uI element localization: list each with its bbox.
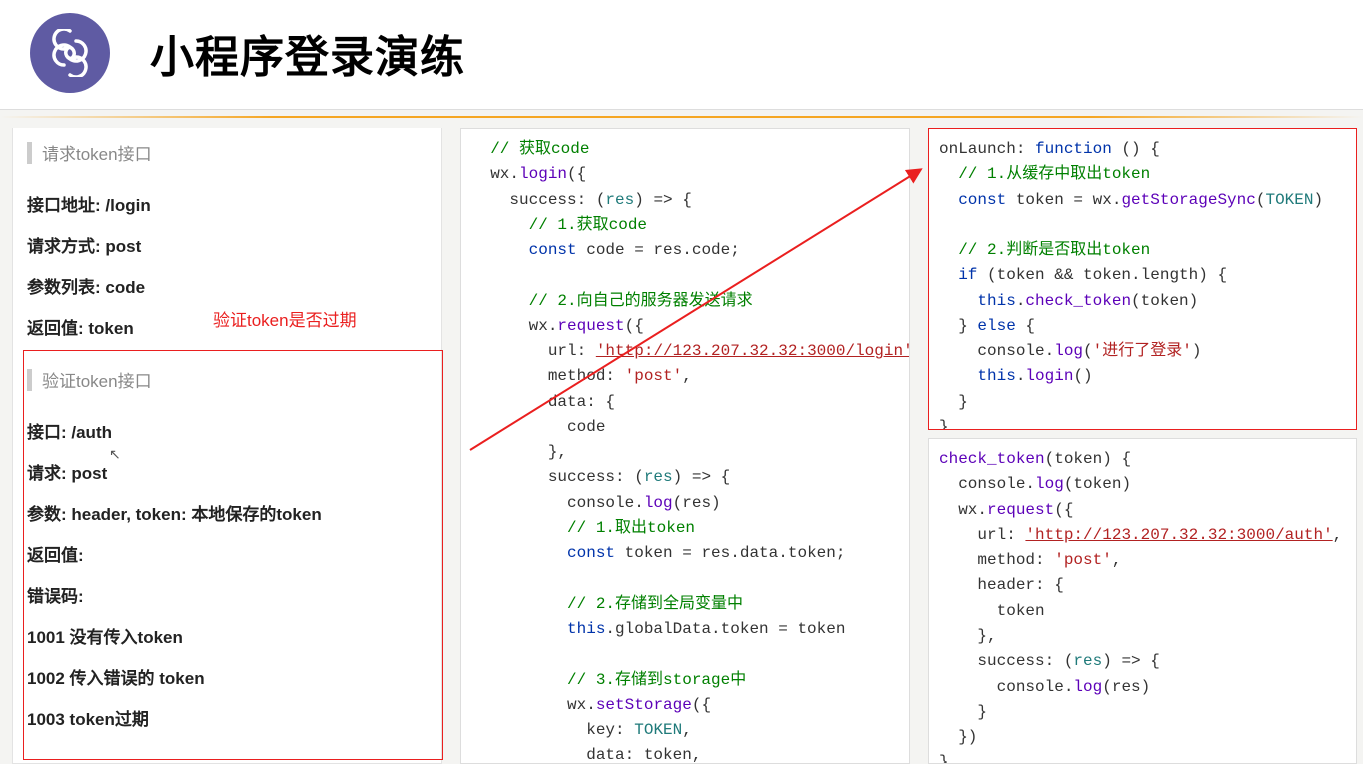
section2-header-text: 验证token接口 bbox=[42, 367, 152, 392]
code-line: success: ( bbox=[471, 468, 644, 486]
spec2-method: 请求: post bbox=[27, 459, 427, 484]
slide-title: 小程序登录演练 bbox=[150, 21, 465, 85]
section1-header: 请求token接口 bbox=[13, 128, 441, 175]
code-line: url: bbox=[471, 342, 596, 360]
spec2-return: 返回值: bbox=[27, 541, 427, 566]
code-line: } bbox=[939, 393, 968, 411]
code-line: }, bbox=[939, 627, 997, 645]
annotation-note: 验证token是否过期 bbox=[213, 306, 357, 331]
code-line bbox=[939, 367, 977, 385]
spec2-error: 错误码: bbox=[27, 582, 427, 607]
section2-header: 验证token接口 bbox=[13, 355, 441, 402]
code-line: wx. bbox=[471, 165, 519, 183]
code-block-middle: // 获取code wx.login({ success: (res) => {… bbox=[460, 128, 910, 764]
code-line: } bbox=[939, 703, 987, 721]
code-line: data: { bbox=[471, 393, 615, 411]
code-line: // 获取code bbox=[471, 140, 589, 158]
code-line: // 3.存储到storage中 bbox=[471, 671, 746, 689]
code-line: console. bbox=[939, 342, 1054, 360]
code-line: token bbox=[939, 602, 1045, 620]
code-line: wx. bbox=[939, 501, 987, 519]
err-1002: 1002 传入错误的 token bbox=[27, 664, 427, 689]
code-line: const bbox=[471, 544, 625, 562]
code-line: }, bbox=[471, 443, 567, 461]
code-line: }, bbox=[939, 418, 958, 430]
code-line bbox=[939, 292, 977, 310]
code-block-checktoken: check_token(token) { console.log(token) … bbox=[928, 438, 1357, 764]
code-line: // 2.存储到全局变量中 bbox=[471, 595, 743, 613]
spec2-params: 参数: header, token: 本地保存的token bbox=[27, 500, 427, 525]
code-line bbox=[939, 266, 958, 284]
content-columns: 请求token接口 接口地址: /login 请求方式: post 参数列表: … bbox=[0, 124, 1363, 764]
code-line: method: bbox=[471, 367, 625, 385]
spec2-addr: 接口: /auth bbox=[27, 418, 427, 443]
code-line: wx. bbox=[471, 317, 557, 335]
right-column: onLaunch: function () { // 1.从缓存中取出token… bbox=[928, 128, 1357, 764]
section-bar-icon bbox=[27, 369, 32, 391]
code-line bbox=[471, 620, 567, 638]
code-line: header: { bbox=[939, 576, 1064, 594]
err-1003: 1003 token过期 bbox=[27, 705, 427, 730]
code-line: const bbox=[939, 191, 1016, 209]
section-bar-icon bbox=[27, 142, 32, 164]
code-line: } bbox=[939, 317, 977, 335]
code-line: console. bbox=[939, 475, 1035, 493]
wechat-miniprogram-logo-icon bbox=[30, 13, 110, 93]
code-line: method: bbox=[939, 551, 1054, 569]
code-line: wx. bbox=[471, 696, 596, 714]
section1-header-text: 请求token接口 bbox=[42, 140, 152, 165]
code-line: // 1.取出token bbox=[471, 519, 695, 537]
code-line: // 1.从缓存中取出token bbox=[939, 165, 1150, 183]
code-line: data: token, bbox=[471, 746, 701, 764]
section2-list: 接口: /auth 请求: post 参数: header, token: 本地… bbox=[13, 418, 441, 730]
api-spec-panel: 请求token接口 接口地址: /login 请求方式: post 参数列表: … bbox=[12, 128, 442, 764]
code-block-onlaunch: onLaunch: function () { // 1.从缓存中取出token… bbox=[928, 128, 1357, 430]
divider bbox=[0, 116, 1363, 118]
code-line: console. bbox=[939, 678, 1073, 696]
spec-addr: 接口地址: /login bbox=[27, 191, 427, 216]
code-line: // 2.向自己的服务器发送请求 bbox=[471, 292, 753, 310]
code-line: success: ( bbox=[939, 652, 1073, 670]
cursor-icon: ↖ bbox=[109, 446, 121, 463]
code-line: key: bbox=[471, 721, 634, 739]
spec-method: 请求方式: post bbox=[27, 232, 427, 257]
code-line: console. bbox=[471, 494, 644, 512]
err-1001: 1001 没有传入token bbox=[27, 623, 427, 648]
code-line: url: bbox=[939, 526, 1025, 544]
code-line: // 1.获取code bbox=[471, 216, 647, 234]
code-line: }) bbox=[939, 728, 977, 746]
code-line: const bbox=[471, 241, 586, 259]
code-line: code bbox=[471, 418, 605, 436]
code-line: success: ( bbox=[471, 191, 605, 209]
spec-params: 参数列表: code bbox=[27, 273, 427, 298]
slide-header: 小程序登录演练 bbox=[0, 0, 1363, 110]
code-line: } bbox=[939, 753, 949, 764]
code-line: onLaunch: bbox=[939, 140, 1035, 158]
code-line: // 2.判断是否取出token bbox=[939, 241, 1150, 259]
